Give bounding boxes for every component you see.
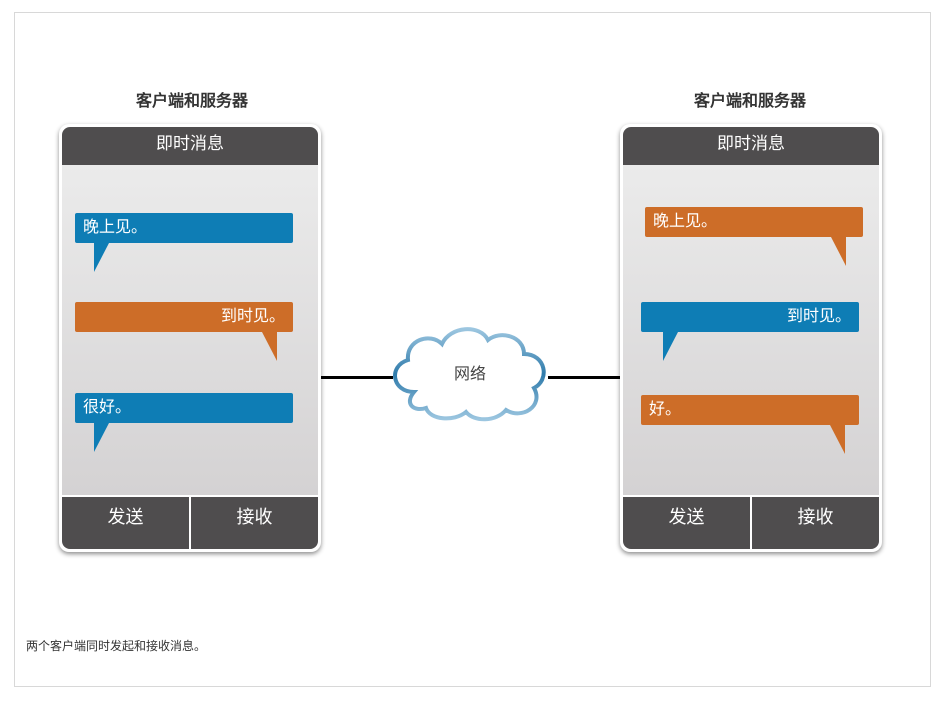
right-message-2: 到时见。 <box>641 302 859 332</box>
left-send-button[interactable]: 发送 <box>62 497 189 549</box>
left-connection-line <box>321 376 393 379</box>
right-client-heading: 客户端和服务器 <box>693 91 806 110</box>
left-phone-screen: 晚上见。 到时见。 很好。 <box>62 165 318 495</box>
left-phone-title: 即时消息 <box>62 127 318 165</box>
right-message-1-tail <box>831 237 846 266</box>
right-message-1: 晚上见。 <box>645 207 863 237</box>
right-connection-line <box>548 376 620 379</box>
right-message-2-tail <box>663 332 678 361</box>
left-phone-footer: 发送 接收 <box>62 497 318 549</box>
right-phone-footer: 发送 接收 <box>623 497 879 549</box>
right-receive-button[interactable]: 接收 <box>752 497 879 549</box>
right-phone-title: 即时消息 <box>623 127 879 165</box>
left-message-3-tail <box>94 423 109 452</box>
right-phone-screen: 晚上见。 到时见。 好。 <box>623 165 879 495</box>
right-message-3: 好。 <box>641 395 859 425</box>
left-message-3: 很好。 <box>75 393 293 423</box>
left-message-2: 到时见。 <box>75 302 293 332</box>
left-receive-button[interactable]: 接收 <box>191 497 318 549</box>
right-phone: 即时消息 晚上见。 到时见。 好。 发送 接收 <box>620 124 882 552</box>
right-message-3-tail <box>830 425 845 454</box>
right-send-button[interactable]: 发送 <box>623 497 750 549</box>
left-phone: 即时消息 晚上见。 到时见。 很好。 发送 接收 <box>59 124 321 552</box>
left-message-1-tail <box>94 243 109 272</box>
left-client-heading: 客户端和服务器 <box>135 91 248 110</box>
left-message-2-tail <box>262 332 277 361</box>
network-label: 网络 <box>453 364 486 383</box>
diagram-caption: 两个客户端同时发起和接收消息。 <box>26 639 207 653</box>
left-message-1: 晚上见。 <box>75 213 293 243</box>
